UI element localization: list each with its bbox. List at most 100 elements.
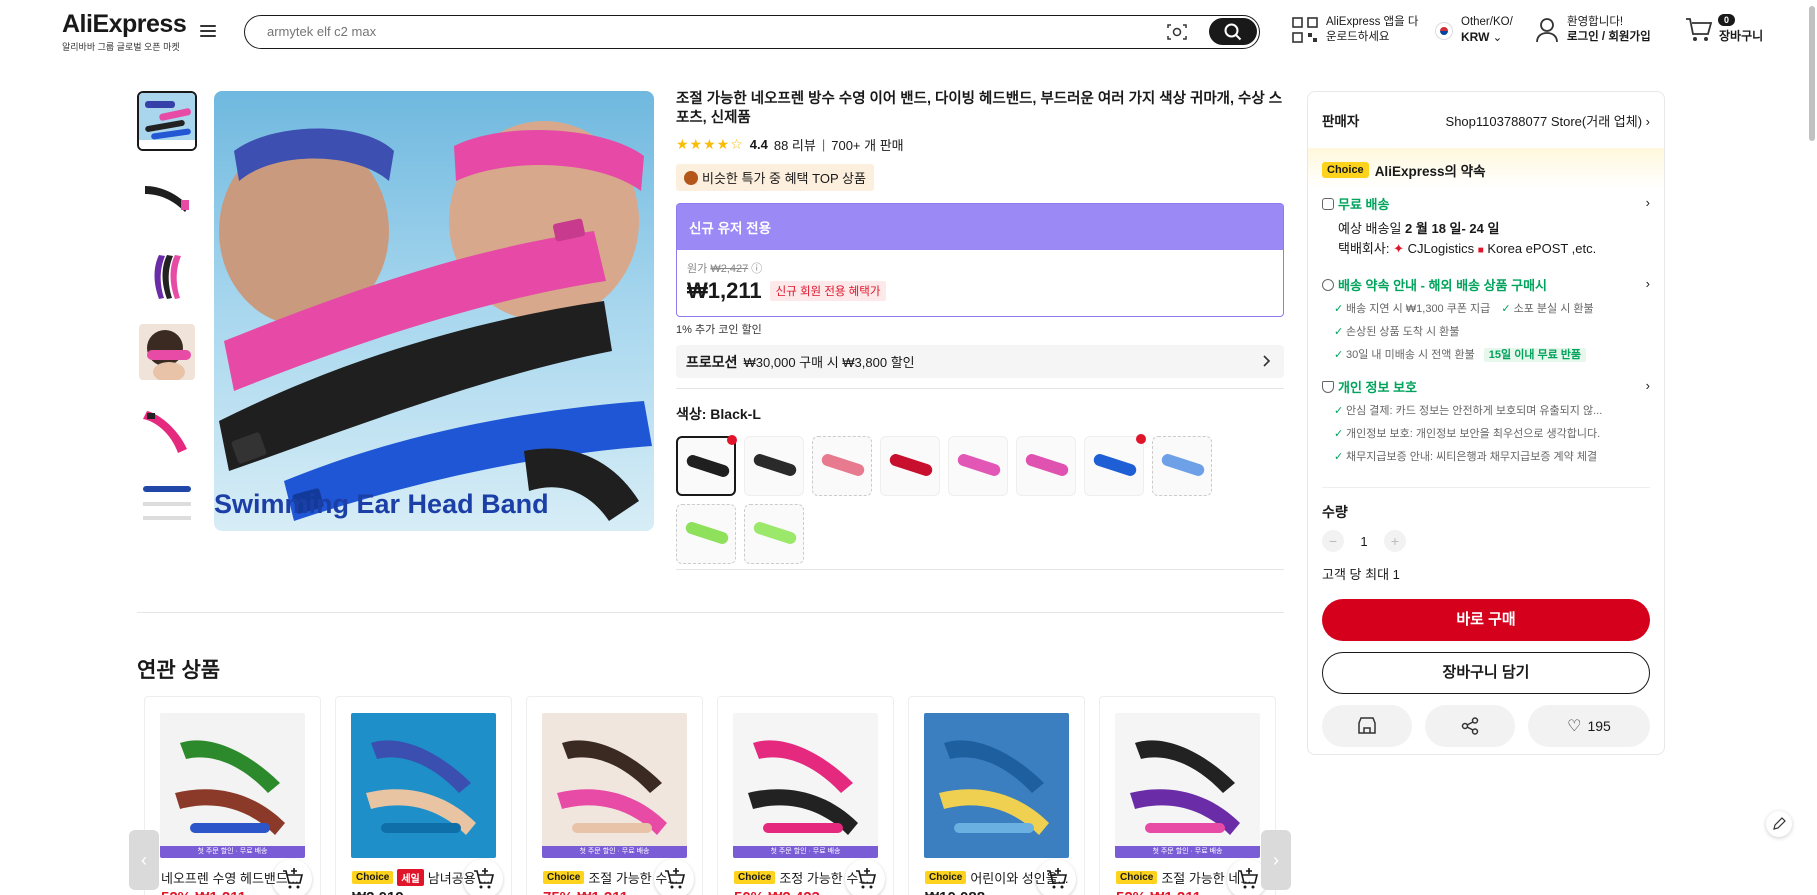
- decrease-quantity-button[interactable]: −: [1322, 530, 1344, 552]
- headband-thumbnail: [1092, 452, 1138, 478]
- shopping-cart-icon: [1686, 17, 1713, 41]
- product-info: 조절 가능한 네오프렌 방수 수영 이어 밴드, 다이빙 헤드밴드, 부드러운 …: [676, 90, 1284, 572]
- choice-tag: Choice: [543, 871, 585, 884]
- store-button[interactable]: [1322, 705, 1412, 747]
- related-product-price: ₩2,019: [352, 889, 404, 895]
- feedback-edit-button[interactable]: [1766, 811, 1792, 837]
- free-shipping-block[interactable]: 무료 배송 › 예상 배송일 2 월 18 일- 24 일 택배회사: ✦ CJ…: [1322, 194, 1650, 261]
- purchase-panel: 판매자 Shop1103788077 Store(거래 업체) › Choice…: [1307, 91, 1665, 755]
- color-swatch[interactable]: [744, 504, 804, 564]
- related-product-price: ₩10,088: [925, 889, 985, 895]
- seller-row[interactable]: 판매자 Shop1103788077 Store(거래 업체) ›: [1308, 92, 1664, 148]
- color-swatch[interactable]: [880, 436, 940, 496]
- related-product-image: [924, 713, 1069, 858]
- logo-subtitle: 알리바바 그룹 글로벌 오픈 마켓: [62, 42, 180, 52]
- choice-tag: Choice: [1116, 871, 1158, 884]
- related-product-price: 75% ₩1,211: [543, 889, 628, 895]
- related-product-card[interactable]: 첫 주문 할인 · 무료 배송 Choice조절 가능한 네... 52% ₩1,2…: [1099, 696, 1276, 895]
- related-product-image: 첫 주문 할인 · 무료 배송: [542, 713, 687, 858]
- app-text-line2: 운로드하세요: [1326, 31, 1390, 43]
- cart-label: 장바구니: [1719, 29, 1764, 43]
- star-rating-icon: ★★★★☆: [676, 136, 744, 152]
- privacy-text: 채무지급보증 안내: 씨티은행과 채무지급보증 계약 체결: [1346, 451, 1598, 463]
- promo-bar: 첫 주문 할인 · 무료 배송: [160, 846, 305, 858]
- currency-text: KRW: [1461, 30, 1490, 44]
- info-icon[interactable]: ⓘ: [751, 263, 762, 275]
- privacy-text: 안심 결제: 카드 정보는 안전하게 보호되며 유출되지 않...: [1346, 405, 1603, 417]
- delivery-promise-block[interactable]: 배송 약속 안내 - 해외 배송 상품 구매시 › 배송 지연 시 ₩1,300…: [1322, 275, 1650, 363]
- choice-tag: Choice: [925, 871, 967, 884]
- privacy-block[interactable]: 개인 정보 보호 › 안심 결제: 카드 정보는 안전하게 보호되며 유출되지 …: [1322, 377, 1650, 465]
- account-link[interactable]: 환영합니다! 로그인 / 회원가입: [1535, 15, 1651, 45]
- search-bar: [244, 15, 1260, 49]
- privacy-text: 개인정보 보호: 개인정보 보안을 최우선으로 생각합니다.: [1346, 428, 1601, 440]
- image-search-icon[interactable]: [1167, 23, 1187, 41]
- carrier-2: Korea ePOST ,etc.: [1487, 241, 1597, 256]
- headband-thumbnail: [685, 453, 731, 479]
- hamburger-menu-icon[interactable]: [200, 25, 216, 39]
- delivery-prefix: 예상 배송일: [1338, 221, 1402, 236]
- increase-quantity-button[interactable]: +: [1384, 530, 1406, 552]
- color-swatch[interactable]: [948, 436, 1008, 496]
- thumbnail-6[interactable]: [137, 476, 197, 536]
- heart-icon: ♡: [1567, 718, 1582, 735]
- headband-thumbnail: [1024, 452, 1070, 478]
- related-product-card[interactable]: 첫 주문 할인 · 무료 배송네오프렌 수영 헤드밴드... 52% ₩1,211: [144, 696, 321, 895]
- wishlist-button[interactable]: ♡ 195: [1528, 705, 1650, 747]
- thumbnail-3[interactable]: [137, 245, 197, 305]
- carousel-next-button[interactable]: ›: [1261, 830, 1291, 890]
- choice-title: AliExpress의 약속: [1374, 164, 1486, 179]
- promotion-row[interactable]: 프로모션 ₩30,000 구매 시 ₩3,800 할인: [676, 345, 1284, 378]
- related-product-name: Choice 조절 가능한 수...: [543, 868, 693, 887]
- choice-tag: Choice: [352, 871, 394, 884]
- rating-score: 4.4: [749, 137, 768, 152]
- cart-link[interactable]: 0 장바구니: [1685, 14, 1764, 44]
- share-button[interactable]: [1425, 705, 1515, 747]
- color-swatch[interactable]: [1152, 436, 1212, 496]
- quantity-value[interactable]: 1: [1344, 534, 1384, 549]
- divider: [676, 388, 1284, 389]
- search-button[interactable]: [1209, 18, 1257, 45]
- promise-text: 소포 분실 시 환불: [1513, 303, 1594, 315]
- promo-bar: 첫 주문 할인 · 무료 배송: [542, 846, 687, 858]
- related-product-card[interactable]: 첫 주문 할인 · 무료 배송 Choice조절 가능한 수... 75% ₩1,2…: [526, 696, 703, 895]
- page-scrollbar[interactable]: [1807, 0, 1815, 895]
- thumbnail-1[interactable]: [137, 91, 197, 151]
- coin-discount-note: 1% 추가 코인 할인: [676, 324, 762, 336]
- related-product-card[interactable]: Choice어린이와 성인을... ₩10,088: [908, 696, 1085, 895]
- carousel-prev-button[interactable]: ‹: [129, 830, 159, 890]
- color-swatch[interactable]: [676, 504, 736, 564]
- related-product-card[interactable]: 첫 주문 할인 · 무료 배송 Choice조정 가능한 수... 50% ₩2,4…: [717, 696, 894, 895]
- color-swatch[interactable]: [812, 436, 872, 496]
- search-input[interactable]: [267, 24, 1137, 39]
- chevron-right-icon: [1263, 355, 1271, 367]
- review-count[interactable]: 88 리뷰: [774, 135, 816, 154]
- quantity-stepper: − 1 +: [1308, 522, 1664, 560]
- color-swatch[interactable]: [744, 436, 804, 496]
- language-currency-selector[interactable]: Other/KO/ KRW ⌄: [1435, 15, 1513, 46]
- download-app-link[interactable]: AliExpress 앱을 다 운로드하세요: [1292, 15, 1418, 45]
- buy-now-button[interactable]: 바로 구매: [1322, 599, 1650, 641]
- quantity-max-note: 고객 당 최대 1: [1322, 567, 1400, 582]
- related-product-card[interactable]: Choice세일남녀공용 ... ₩2,019: [335, 696, 512, 895]
- thumbnail-5[interactable]: [137, 399, 197, 459]
- pencil-icon: [1773, 817, 1786, 830]
- app-text-line1: AliExpress 앱을 다: [1326, 16, 1419, 28]
- add-to-cart-button[interactable]: 장바구니 담기: [1322, 652, 1650, 694]
- color-swatch[interactable]: [1016, 436, 1076, 496]
- aliexpress-logo[interactable]: AliExpress 알리바바 그룹 글로벌 오픈 마켓: [62, 10, 187, 53]
- main-product-image[interactable]: Swimming Ear Head Band: [214, 91, 654, 531]
- thumbnail-4[interactable]: [137, 322, 197, 382]
- chevron-right-icon: ›: [1645, 276, 1650, 291]
- thumbnail-2[interactable]: [137, 168, 197, 228]
- promise-text: 배송 지연 시 ₩1,300 쿠폰 지급: [1346, 303, 1491, 315]
- color-swatch[interactable]: [676, 435, 737, 496]
- product-name-text: 어린이와 성인을...: [970, 871, 1069, 886]
- promise-text: 손상된 상품 도착 시 환불: [1346, 326, 1460, 338]
- logo-text: AliExpress: [62, 10, 187, 38]
- color-swatch[interactable]: [1084, 434, 1146, 496]
- promotion-text: ₩30,000 구매 시 ₩3,800 할인: [743, 355, 915, 370]
- original-price-row: 원가 ₩2,427 ⓘ: [687, 260, 1273, 276]
- chevron-right-icon: ›: [1645, 113, 1650, 129]
- privacy-item: 채무지급보증 안내: 씨티은행과 채무지급보증 계약 체결: [1322, 449, 1650, 465]
